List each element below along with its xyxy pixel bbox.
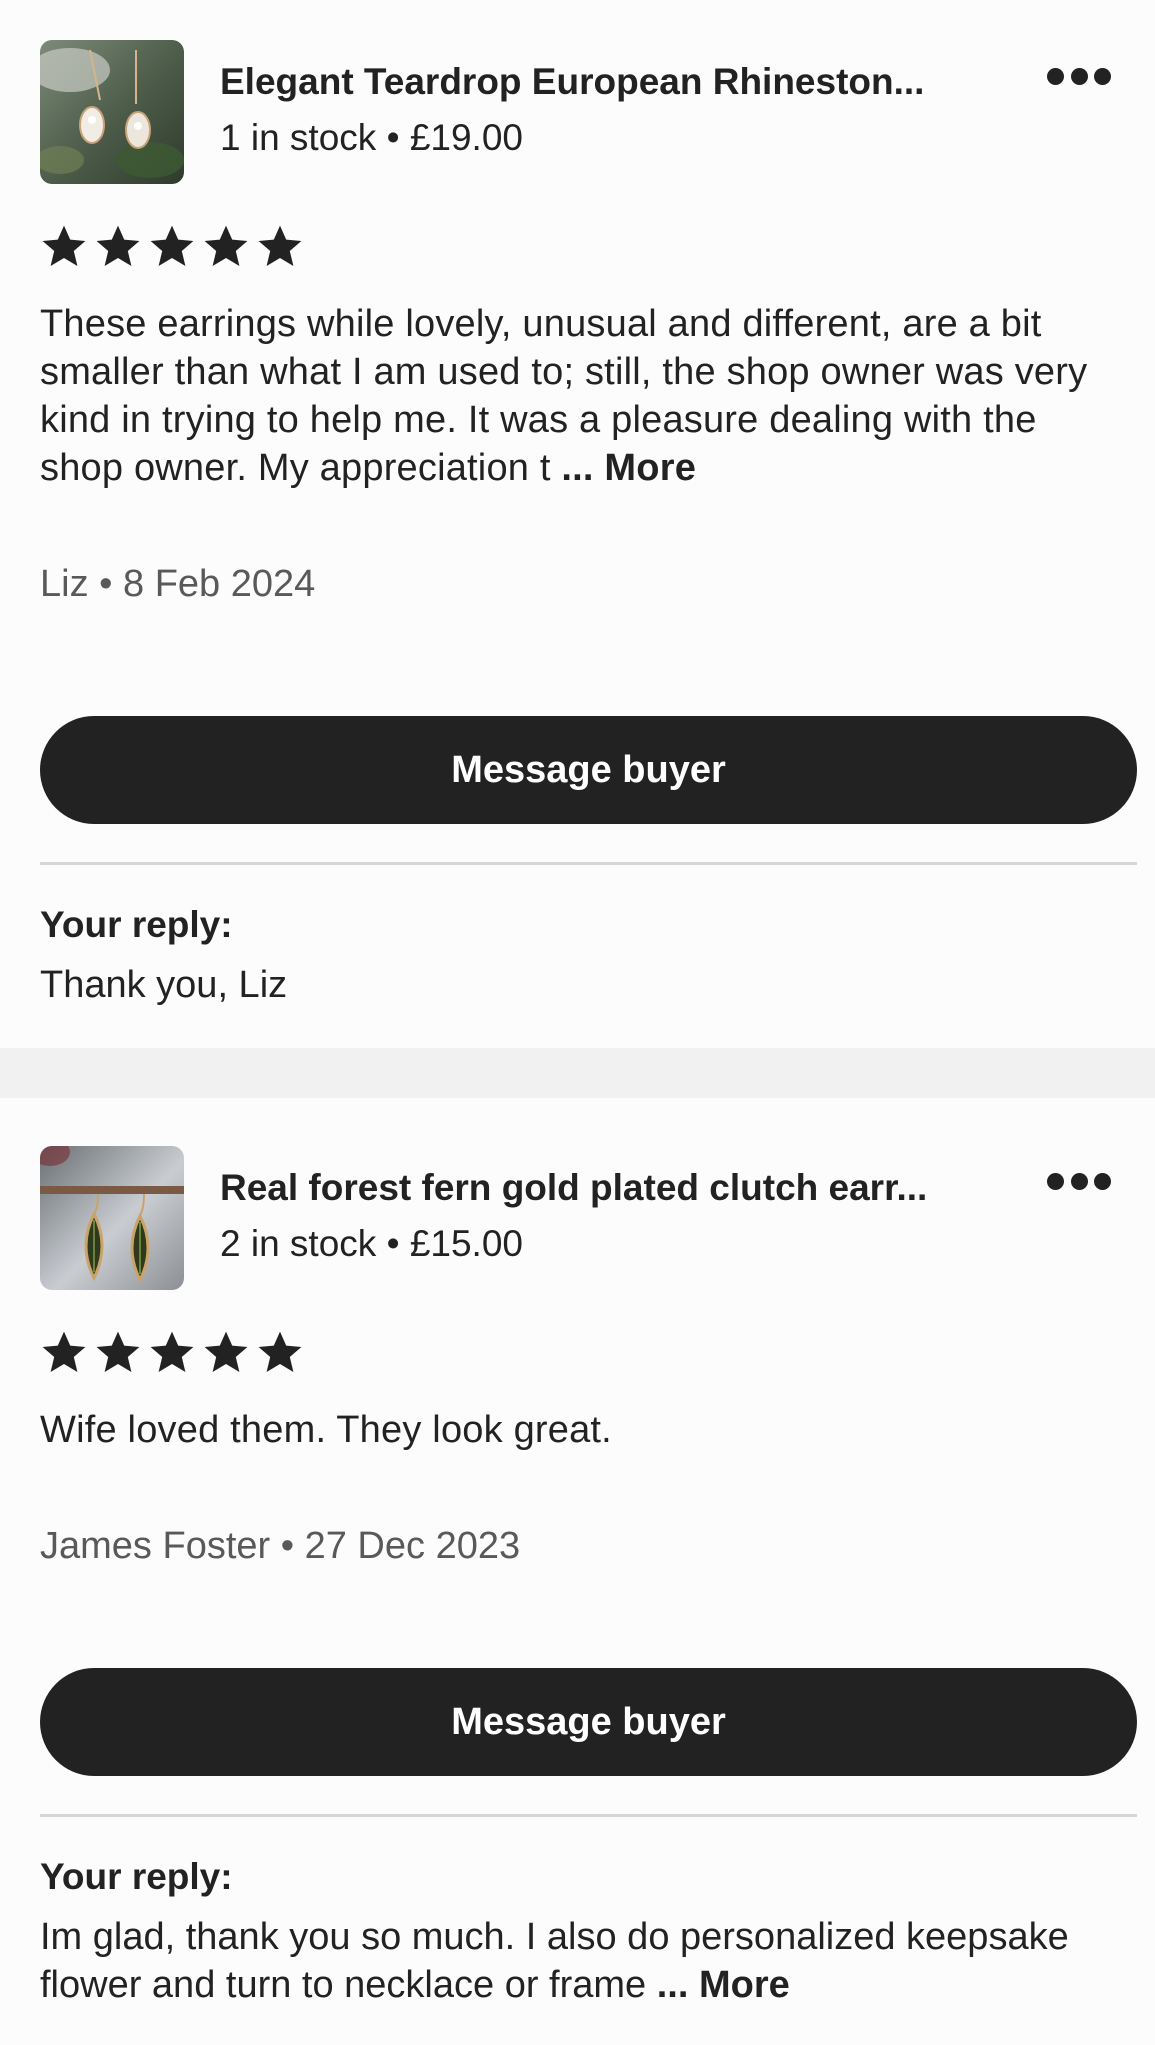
- listing-thumbnail[interactable]: [40, 1146, 184, 1290]
- stock-count: 2 in stock: [220, 1223, 377, 1264]
- review-date: 27 Dec 2023: [304, 1525, 521, 1567]
- listing-title[interactable]: Elegant Teardrop European Rhineston...: [220, 60, 980, 104]
- reply-label: Your reply:: [40, 1856, 233, 1897]
- star-filled-icon: [94, 1328, 142, 1376]
- review-date: 8 Feb 2024: [123, 563, 316, 605]
- listing-title[interactable]: Real forest fern gold plated clutch earr…: [220, 1166, 980, 1210]
- divider: [40, 1814, 1137, 1817]
- more-options-button[interactable]: [1047, 56, 1111, 96]
- message-buyer-button[interactable]: Message buyer: [40, 716, 1137, 824]
- divider: [40, 862, 1137, 865]
- review-card: Elegant Teardrop European Rhineston... 1…: [0, 0, 1155, 1048]
- listing-info: Elegant Teardrop European Rhineston... 1…: [220, 40, 980, 160]
- more-horizontal-icon: [1094, 1172, 1111, 1190]
- review-more-link[interactable]: ... More: [561, 447, 696, 489]
- star-filled-icon: [256, 222, 304, 270]
- more-horizontal-icon: [1047, 67, 1064, 85]
- reply-label: Your reply:: [40, 904, 233, 945]
- separator: •: [280, 1525, 295, 1567]
- reply-text: Thank you, Liz: [40, 961, 1120, 1009]
- stock-count: 1 in stock: [220, 117, 377, 158]
- reviewer-line: Liz • 8 Feb 2024: [40, 560, 1155, 608]
- star-filled-icon: [202, 222, 250, 270]
- listing-thumbnail[interactable]: [40, 40, 184, 184]
- review-card: Real forest fern gold plated clutch earr…: [0, 1098, 1155, 2045]
- more-horizontal-icon: [1070, 1172, 1088, 1190]
- listing-price: £19.00: [409, 117, 523, 158]
- reviewer-name: James Foster: [40, 1525, 271, 1567]
- star-rating: [40, 218, 1155, 274]
- separator: •: [99, 563, 113, 605]
- listing-info: Real forest fern gold plated clutch earr…: [220, 1146, 980, 1266]
- star-filled-icon: [94, 222, 142, 270]
- star-filled-icon: [40, 1328, 88, 1376]
- star-rating: [40, 1324, 1155, 1380]
- star-filled-icon: [256, 1328, 304, 1376]
- listing-row[interactable]: Real forest fern gold plated clutch earr…: [40, 1146, 1155, 1290]
- reply-text: Im glad, thank you so much. I also do pe…: [40, 1913, 1120, 2009]
- more-horizontal-icon: [1047, 1172, 1064, 1190]
- more-horizontal-icon: [1070, 67, 1088, 85]
- star-filled-icon: [148, 1328, 196, 1376]
- separator: •: [386, 117, 400, 158]
- star-filled-icon: [40, 222, 88, 270]
- listing-meta: 2 in stock • £15.00: [220, 1222, 980, 1266]
- more-horizontal-icon: [1094, 67, 1111, 85]
- listing-meta: 1 in stock • £19.00: [220, 116, 980, 160]
- star-filled-icon: [148, 222, 196, 270]
- separator: •: [386, 1223, 400, 1264]
- reply-more-link[interactable]: ... More: [657, 1964, 790, 2006]
- review-body: Wife loved them. They look great.: [40, 1409, 612, 1451]
- message-buyer-button[interactable]: Message buyer: [40, 1668, 1137, 1776]
- review-text: These earrings while lovely, unusual and…: [40, 300, 1110, 492]
- listing-row[interactable]: Elegant Teardrop European Rhineston... 1…: [40, 40, 1155, 184]
- more-options-button[interactable]: [1047, 1161, 1111, 1201]
- listing-price: £15.00: [409, 1223, 523, 1264]
- reviewer-name: Liz: [40, 563, 89, 605]
- review-text: Wife loved them. They look great.: [40, 1406, 1110, 1454]
- reply-body: Im glad, thank you so much. I also do pe…: [40, 1916, 1069, 2006]
- reviewer-line: James Foster • 27 Dec 2023: [40, 1522, 1155, 1570]
- reply-body: Thank you, Liz: [40, 964, 288, 1006]
- star-filled-icon: [202, 1328, 250, 1376]
